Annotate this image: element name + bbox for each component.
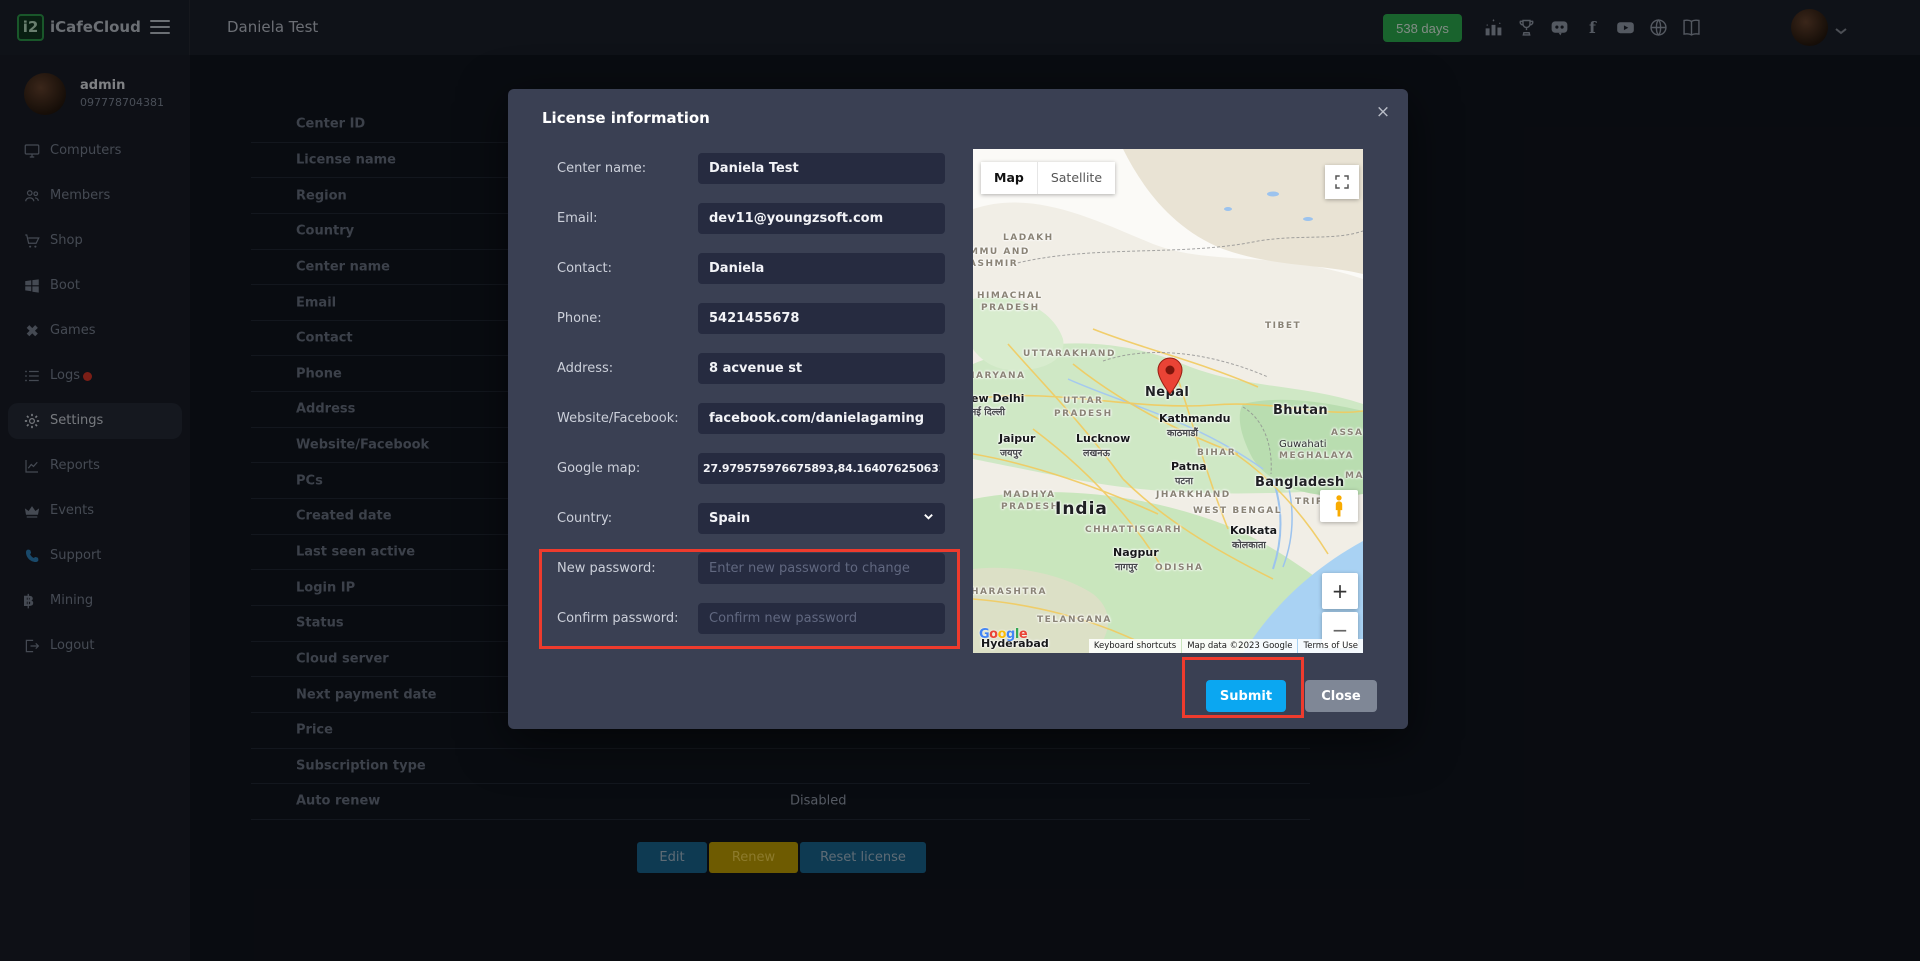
map-label: कोलकाता — [1232, 538, 1266, 551]
confirm-password-input[interactable] — [698, 603, 945, 634]
phone-input[interactable] — [698, 303, 945, 334]
map-terrain — [973, 149, 1363, 653]
form-row: Email: — [508, 203, 973, 234]
map-label: HIMACHAL — [977, 291, 1043, 301]
field-label: Contact: — [557, 253, 612, 284]
map-label: ASSAM — [1331, 428, 1363, 438]
close-button[interactable]: Close — [1305, 680, 1377, 712]
submit-button[interactable]: Submit — [1206, 680, 1286, 712]
field-label: Website/Facebook: — [557, 403, 679, 434]
field-label: Country: — [557, 503, 612, 534]
form-row: Website/Facebook: — [508, 403, 973, 434]
map-label: पटना — [1175, 474, 1193, 487]
map-label: LADAKH — [1003, 233, 1054, 243]
field-label: Email: — [557, 203, 597, 234]
keyboard-shortcuts-link[interactable]: Keyboard shortcuts — [1089, 639, 1181, 653]
map-label: HARYANA — [973, 371, 1026, 381]
pegman-icon[interactable] — [1320, 490, 1358, 522]
form-row: Google map: — [508, 453, 973, 484]
form-row: Confirm password: — [508, 603, 973, 634]
google-map[interactable]: LADAKH MMU AND ASHMIR HIMACHAL PRADESH TIBET U… — [973, 149, 1363, 653]
map-label: Kolkata — [1230, 524, 1277, 537]
country-select[interactable]: Spain — [698, 503, 945, 534]
map-label: Lucknow — [1076, 432, 1130, 445]
map-label: UTTARAKHAND — [1023, 349, 1116, 359]
google-logo[interactable]: Google — [979, 627, 1027, 642]
map-label: MADHYA — [1003, 490, 1056, 500]
map-label: MMU AND — [973, 247, 1030, 257]
map-label: ODISHA — [1155, 563, 1203, 573]
map-label: नई दिल्ली — [973, 405, 1005, 418]
map-label: HARASHTRA — [973, 587, 1047, 597]
contact-input[interactable] — [698, 253, 945, 284]
address-input[interactable] — [698, 353, 945, 384]
satellite-type-button[interactable]: Satellite — [1038, 162, 1115, 194]
map-label: Nagpur — [1113, 546, 1159, 559]
form-row: Contact: — [508, 253, 973, 284]
map-label: India — [1055, 499, 1108, 519]
map-label: Bangladesh — [1255, 475, 1345, 490]
map-label: WEST BENGAL — [1193, 506, 1282, 516]
app-root: i2 iCafeCloud Daniela Test 538 days f ad… — [0, 0, 1920, 961]
form-row: New password: — [508, 553, 973, 584]
country-select-value: Spain — [709, 511, 750, 526]
center-name-input[interactable] — [698, 153, 945, 184]
map-marker-pin[interactable] — [1157, 357, 1183, 399]
map-type-control: Map Satellite — [981, 162, 1115, 194]
new-password-input[interactable] — [698, 553, 945, 584]
map-label: TELANGANA — [1037, 615, 1112, 625]
map-label: MEGHALAYA — [1279, 451, 1354, 461]
map-label: नागपुर — [1115, 560, 1137, 573]
map-attribution: Keyboard shortcuts Map data ©2023 Google… — [1089, 639, 1363, 653]
map-label: काठमाडौं — [1167, 426, 1198, 439]
form-row: Country: Spain — [508, 503, 973, 534]
map-label: Kathmandu — [1159, 412, 1230, 425]
website-facebook-input[interactable] — [698, 403, 945, 434]
map-label: Jaipur — [999, 432, 1035, 445]
email-input[interactable] — [698, 203, 945, 234]
terms-of-use-link[interactable]: Terms of Use — [1298, 639, 1363, 653]
form-row: Address: — [508, 353, 973, 384]
chevron-down-icon — [923, 511, 934, 526]
map-label: PRADESH — [1001, 502, 1060, 512]
map-label: ew Delhi — [973, 392, 1024, 405]
map-label: PRADESH — [981, 303, 1040, 313]
map-label: CHHATTISGARH — [1085, 525, 1182, 535]
zoom-in-button[interactable]: + — [1322, 573, 1358, 609]
field-label: Confirm password: — [557, 603, 678, 634]
map-label: TIBET — [1265, 321, 1301, 331]
form-row: Phone: — [508, 303, 973, 334]
map-label: Bhutan — [1273, 403, 1328, 418]
map-label: JHARKHAND — [1156, 490, 1231, 500]
fullscreen-icon[interactable] — [1325, 165, 1359, 199]
map-label: MAN — [1345, 471, 1363, 481]
field-label: Phone: — [557, 303, 602, 334]
map-label: PRADESH — [1054, 409, 1113, 419]
modal-title: License information — [542, 109, 710, 127]
map-label: Guwahati — [1279, 439, 1327, 450]
map-label: लखनऊ — [1083, 446, 1110, 459]
map-label: BIHAR — [1197, 448, 1236, 458]
license-information-modal: License information × Center name: Email… — [508, 89, 1408, 729]
field-label: Google map: — [557, 453, 640, 484]
field-label: Address: — [557, 353, 613, 384]
close-icon[interactable]: × — [1372, 101, 1394, 123]
map-data-attribution: Map data ©2023 Google — [1182, 639, 1297, 653]
map-label: ASHMIR — [973, 259, 1018, 269]
field-label: Center name: — [557, 153, 646, 184]
map-type-button[interactable]: Map — [981, 162, 1038, 194]
map-label: Patna — [1171, 460, 1207, 473]
map-label: UTTAR — [1063, 396, 1104, 406]
google-map-input[interactable] — [698, 453, 945, 484]
form-row: Center name: — [508, 153, 973, 184]
map-label: जयपुर — [1000, 446, 1022, 459]
field-label: New password: — [557, 553, 656, 584]
